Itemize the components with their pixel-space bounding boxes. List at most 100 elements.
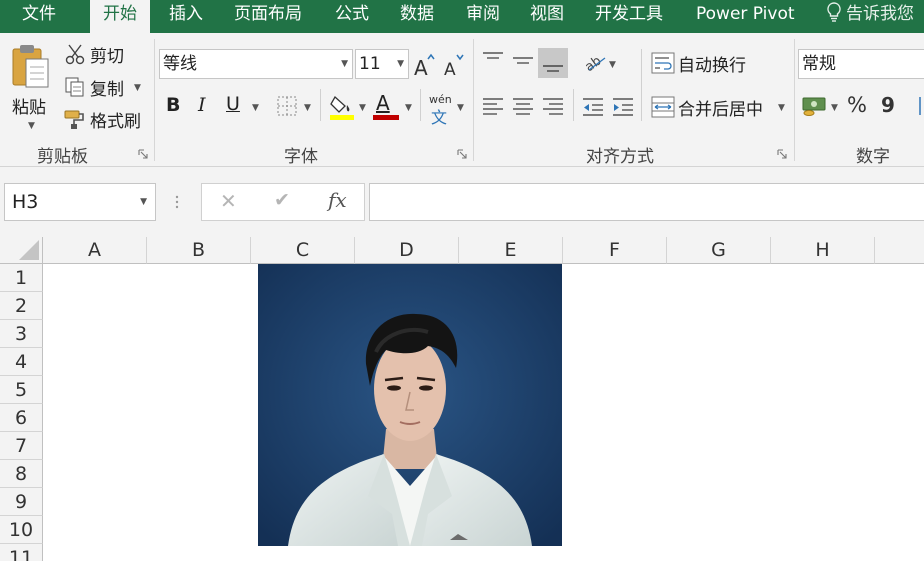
column-header-f[interactable]: F bbox=[563, 237, 667, 264]
tab-data[interactable]: 数据 bbox=[400, 0, 434, 33]
font-color-glyph: A bbox=[376, 91, 390, 115]
select-all-button[interactable] bbox=[0, 237, 43, 264]
tab-insert[interactable]: 插入 bbox=[169, 0, 203, 33]
align-left-icon[interactable] bbox=[481, 96, 505, 118]
copy-button[interactable]: 复制 ▼ bbox=[62, 74, 146, 100]
chevron-down-icon[interactable]: ▼ bbox=[609, 60, 616, 70]
column-header-d[interactable]: D bbox=[355, 237, 459, 264]
row-header-11[interactable]: 11 bbox=[0, 544, 43, 561]
font-size-select[interactable]: 11 ▼ bbox=[355, 49, 409, 79]
cut-button[interactable]: 剪切 bbox=[62, 41, 132, 67]
chevron-down-icon[interactable]: ▼ bbox=[304, 103, 311, 113]
ribbon-home: 粘贴 ▼ 剪切 复制 ▼ 格式刷 剪贴板 等线 ▼ 11 ▼ A A B I U… bbox=[0, 33, 924, 167]
dialog-launcher-icon[interactable] bbox=[777, 149, 787, 159]
row-header-3[interactable]: 3 bbox=[0, 320, 43, 348]
chevron-down-icon[interactable]: ▼ bbox=[359, 103, 366, 113]
number-group-label: 数字 bbox=[856, 147, 890, 167]
tab-review[interactable]: 审阅 bbox=[466, 0, 500, 33]
wrap-text-button[interactable]: 自动换行 bbox=[650, 49, 760, 77]
svg-text:A: A bbox=[414, 56, 428, 77]
tab-power-pivot[interactable]: Power Pivot bbox=[696, 0, 795, 33]
select-all-triangle-icon bbox=[19, 240, 39, 260]
chevron-down-icon[interactable]: ▼ bbox=[831, 103, 838, 113]
italic-button[interactable]: I bbox=[198, 94, 206, 116]
tab-formulas[interactable]: 公式 bbox=[335, 0, 369, 33]
increase-indent-icon[interactable] bbox=[611, 96, 635, 118]
svg-text:A: A bbox=[444, 60, 456, 77]
tab-developer[interactable]: 开发工具 bbox=[595, 0, 663, 33]
paste-button[interactable]: 粘贴 ▼ bbox=[4, 37, 56, 135]
column-header-c[interactable]: C bbox=[251, 237, 355, 264]
inserted-portrait-picture[interactable] bbox=[258, 264, 562, 546]
resize-handle-icon[interactable] bbox=[174, 194, 180, 210]
column-header-b[interactable]: B bbox=[147, 237, 251, 264]
chevron-down-icon[interactable]: ▼ bbox=[405, 103, 412, 113]
increase-decimal-icon[interactable] bbox=[914, 95, 924, 117]
column-header-e[interactable]: E bbox=[459, 237, 563, 264]
font-color-button[interactable]: A bbox=[373, 91, 401, 121]
decrease-font-size-icon[interactable]: A bbox=[443, 53, 465, 77]
merge-center-icon bbox=[651, 96, 675, 118]
tab-home[interactable]: 开始 bbox=[90, 0, 150, 33]
excel-window: 文件 开始 插入 页面布局 公式 数据 审阅 视图 开发工具 Power Piv… bbox=[0, 0, 924, 561]
phonetic-character: 文 bbox=[431, 108, 448, 127]
fill-color-swatch bbox=[330, 115, 354, 120]
borders-icon[interactable] bbox=[276, 95, 298, 117]
tab-view[interactable]: 视图 bbox=[530, 0, 564, 33]
row-header-9[interactable]: 9 bbox=[0, 488, 43, 516]
align-top-icon[interactable] bbox=[481, 49, 505, 71]
column-header-a[interactable]: A bbox=[43, 237, 147, 264]
cancel-icon[interactable]: ✕ bbox=[220, 189, 237, 213]
align-center-icon[interactable] bbox=[511, 96, 535, 118]
alignment-group-label: 对齐方式 bbox=[586, 147, 654, 167]
name-box[interactable]: H3 ▼ bbox=[4, 183, 156, 221]
number-format-select[interactable]: 常规 bbox=[798, 49, 924, 79]
tell-me-search[interactable]: 告诉我您 bbox=[826, 0, 914, 33]
accounting-format-icon[interactable] bbox=[801, 94, 829, 118]
row-header-7[interactable]: 7 bbox=[0, 432, 43, 460]
copy-label: 复制 bbox=[90, 80, 124, 100]
chevron-down-icon: ▼ bbox=[778, 103, 785, 113]
font-name-select[interactable]: 等线 ▼ bbox=[159, 49, 353, 79]
decrease-indent-icon[interactable] bbox=[581, 96, 605, 118]
phonetic-guide-button[interactable]: wén 文 bbox=[427, 93, 453, 127]
dialog-launcher-icon[interactable] bbox=[138, 149, 148, 159]
chevron-down-icon[interactable]: ▼ bbox=[457, 103, 464, 113]
row-header-4[interactable]: 4 bbox=[0, 348, 43, 376]
tab-page-layout[interactable]: 页面布局 bbox=[234, 0, 302, 33]
align-bottom-icon bbox=[543, 65, 563, 72]
paste-icon bbox=[12, 45, 49, 88]
column-header-g[interactable]: G bbox=[667, 237, 771, 264]
align-bottom-button[interactable] bbox=[538, 48, 568, 78]
merge-center-button[interactable]: 合并后居中 ▼ bbox=[650, 93, 790, 121]
align-right-icon[interactable] bbox=[541, 96, 565, 118]
svg-text:ab: ab bbox=[583, 54, 604, 74]
percent-style-button[interactable]: % bbox=[847, 93, 867, 117]
row-header-5[interactable]: 5 bbox=[0, 376, 43, 404]
row-header-1[interactable]: 1 bbox=[0, 264, 43, 292]
ribbon-tab-bar: 文件 开始 插入 页面布局 公式 数据 审阅 视图 开发工具 Power Piv… bbox=[0, 0, 924, 33]
enter-icon[interactable]: ✔ bbox=[274, 189, 290, 211]
row-header-8[interactable]: 8 bbox=[0, 460, 43, 488]
chevron-down-icon[interactable]: ▼ bbox=[252, 103, 259, 113]
wrap-text-label: 自动换行 bbox=[678, 56, 746, 76]
bold-button[interactable]: B bbox=[166, 94, 180, 116]
insert-function-icon[interactable]: fx bbox=[328, 188, 347, 212]
align-middle-icon[interactable] bbox=[511, 49, 535, 71]
row-header-2[interactable]: 2 bbox=[0, 292, 43, 320]
row-header-10[interactable]: 10 bbox=[0, 516, 43, 544]
dialog-launcher-icon[interactable] bbox=[457, 149, 467, 159]
comma-style-button[interactable]: 9 bbox=[881, 93, 895, 117]
formula-buttons: ✕ ✔ fx bbox=[201, 183, 365, 221]
copy-icon bbox=[65, 77, 84, 97]
divider bbox=[573, 89, 574, 121]
underline-button[interactable]: U bbox=[226, 93, 240, 115]
formula-input[interactable] bbox=[369, 183, 924, 221]
column-header-h[interactable]: H bbox=[771, 237, 875, 264]
row-header-6[interactable]: 6 bbox=[0, 404, 43, 432]
fill-color-icon[interactable] bbox=[329, 93, 355, 121]
tab-file[interactable]: 文件 bbox=[22, 0, 56, 33]
orientation-icon[interactable]: ab bbox=[583, 50, 609, 74]
format-painter-button[interactable]: 格式刷 bbox=[62, 106, 146, 132]
increase-font-size-icon[interactable]: A bbox=[413, 53, 435, 77]
